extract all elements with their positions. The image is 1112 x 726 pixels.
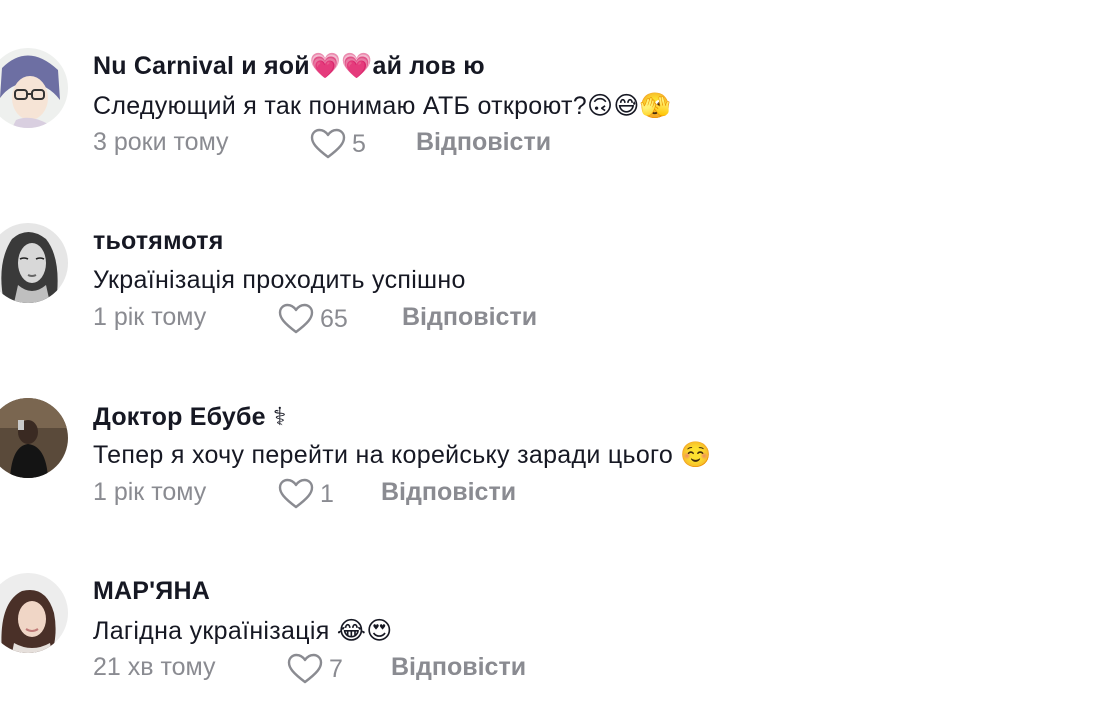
comment-item: Доктор Ебубе ⚕ Тепер я хочу перейти на к… (0, 398, 1112, 518)
avatar[interactable] (0, 398, 68, 478)
comment-text: Українізація проходить успішно (93, 266, 466, 294)
comment-time: 1 рік тому (93, 478, 207, 506)
comment-time: 1 рік тому (93, 303, 207, 331)
heart-outline-icon (278, 478, 314, 509)
like-button[interactable]: 1 (278, 478, 334, 510)
like-count: 5 (352, 129, 366, 158)
reply-button[interactable]: Відповісти (402, 303, 537, 332)
comment-item: тьотямотя Українізація проходить успішно… (0, 223, 1112, 343)
comment-username[interactable]: тьотямотя (93, 227, 224, 256)
comment-time: 21 хв тому (93, 653, 216, 681)
heart-outline-icon (287, 653, 323, 684)
avatar[interactable] (0, 48, 68, 128)
like-button[interactable]: 7 (287, 653, 343, 685)
heart-outline-icon (278, 303, 314, 334)
comment-item: Nu Carnival и яой💗💗ай лов ю Следующий я … (0, 48, 1112, 168)
comment-username[interactable]: Nu Carnival и яой💗💗ай лов ю (93, 52, 485, 81)
reply-button[interactable]: Відповісти (416, 128, 551, 157)
comment-text: Тепер я хочу перейти на корейську заради… (93, 441, 712, 469)
reply-button[interactable]: Відповісти (391, 653, 526, 682)
comment-username[interactable]: МАР'ЯНА (93, 577, 210, 606)
like-count: 65 (320, 304, 348, 333)
avatar[interactable] (0, 223, 68, 303)
like-count: 7 (329, 654, 343, 683)
comment-text: Следующий я так понимаю АТБ откроют?🙃😅🫣 (93, 92, 672, 120)
comment-time: 3 роки тому (93, 128, 229, 156)
like-count: 1 (320, 479, 334, 508)
comment-username[interactable]: Доктор Ебубе ⚕ (93, 402, 287, 432)
comment-item: МАР'ЯНА Лагідна українізація 😂😍 21 хв то… (0, 573, 1112, 693)
heart-outline-icon (310, 128, 346, 159)
like-button[interactable]: 5 (310, 128, 366, 160)
like-button[interactable]: 65 (278, 303, 348, 335)
comment-text: Лагідна українізація 😂😍 (93, 617, 393, 645)
reply-button[interactable]: Відповісти (381, 478, 516, 507)
avatar[interactable] (0, 573, 68, 653)
